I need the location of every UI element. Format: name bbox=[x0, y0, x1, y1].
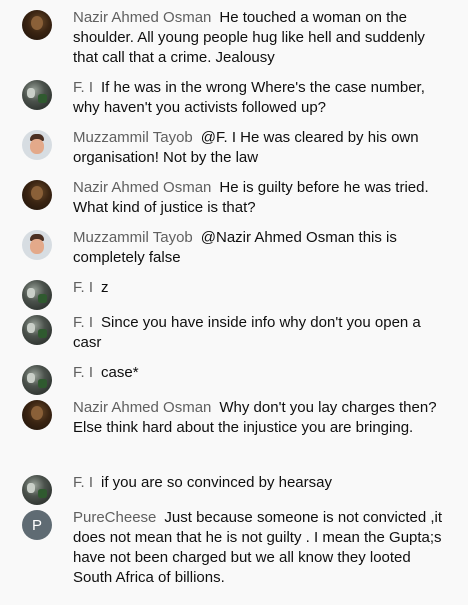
avatar[interactable] bbox=[22, 230, 52, 260]
author-name[interactable]: Muzzammil Tayob bbox=[73, 129, 193, 146]
avatar[interactable] bbox=[22, 10, 52, 40]
avatar[interactable] bbox=[22, 180, 52, 210]
author-name[interactable]: Nazir Ahmed Osman bbox=[73, 399, 211, 416]
avatar[interactable] bbox=[22, 280, 52, 310]
chat-message: Nazir Ahmed Osman Why don't you lay charg… bbox=[0, 398, 468, 473]
avatar[interactable] bbox=[22, 365, 52, 395]
chat-message: Muzzammil Tayob @F. I He was cleared by h… bbox=[0, 128, 468, 178]
author-name[interactable]: Nazir Ahmed Osman bbox=[73, 179, 211, 196]
author-name[interactable]: PureCheese bbox=[73, 509, 156, 526]
avatar[interactable] bbox=[22, 80, 52, 110]
chat-message: Nazir Ahmed Osman He touched a woman on t… bbox=[0, 8, 468, 78]
author-name[interactable]: F. I bbox=[73, 314, 93, 331]
chat-feed: Nazir Ahmed Osman He touched a woman on t… bbox=[0, 0, 468, 593]
author-name[interactable]: F. I bbox=[73, 364, 93, 381]
author-name[interactable]: F. I bbox=[73, 279, 93, 296]
avatar[interactable]: P bbox=[22, 510, 52, 540]
avatar[interactable] bbox=[22, 475, 52, 505]
chat-message: P PureCheese Just because someone is not … bbox=[0, 508, 468, 593]
message-body: Nazir Ahmed Osman Why don't you lay charg… bbox=[73, 398, 452, 438]
message-body: Nazir Ahmed Osman He is guilty before he … bbox=[73, 178, 452, 218]
message-body: PureCheese Just because someone is not co… bbox=[73, 508, 452, 588]
author-name[interactable]: Muzzammil Tayob bbox=[73, 229, 193, 246]
message-text: If he was in the wrong Where's the case … bbox=[73, 79, 425, 116]
chat-message: Nazir Ahmed Osman He is guilty before he … bbox=[0, 178, 468, 228]
chat-message: F. I if you are so convinced by hearsay bbox=[0, 473, 468, 508]
avatar[interactable] bbox=[22, 130, 52, 160]
author-name[interactable]: F. I bbox=[73, 79, 93, 96]
message-body: F. I If he was in the wrong Where's the c… bbox=[73, 78, 452, 118]
message-text: Since you have inside info why don't you… bbox=[73, 314, 421, 351]
message-text: z bbox=[101, 279, 109, 296]
chat-message: Muzzammil Tayob @Nazir Ahmed Osman this i… bbox=[0, 228, 468, 278]
message-body: F. I Since you have inside info why don't… bbox=[73, 313, 452, 353]
avatar[interactable] bbox=[22, 400, 52, 430]
chat-message: F. I Since you have inside info why don't… bbox=[0, 313, 468, 363]
chat-message: F. I If he was in the wrong Where's the c… bbox=[0, 78, 468, 128]
message-body: Nazir Ahmed Osman He touched a woman on t… bbox=[73, 8, 452, 68]
message-text: if you are so convinced by hearsay bbox=[101, 474, 332, 491]
message-body: Muzzammil Tayob @F. I He was cleared by h… bbox=[73, 128, 452, 168]
chat-message: F. I case* bbox=[0, 363, 468, 398]
avatar-letter: P bbox=[31, 516, 42, 534]
avatar[interactable] bbox=[22, 315, 52, 345]
author-name[interactable]: F. I bbox=[73, 474, 93, 491]
message-body: Muzzammil Tayob @Nazir Ahmed Osman this i… bbox=[73, 228, 452, 268]
message-body: F. I if you are so convinced by hearsay bbox=[73, 473, 452, 493]
chat-message: F. I z bbox=[0, 278, 468, 313]
author-name[interactable]: Nazir Ahmed Osman bbox=[73, 9, 211, 26]
message-text: case* bbox=[101, 364, 139, 381]
message-body: F. I case* bbox=[73, 363, 452, 383]
message-body: F. I z bbox=[73, 278, 452, 298]
